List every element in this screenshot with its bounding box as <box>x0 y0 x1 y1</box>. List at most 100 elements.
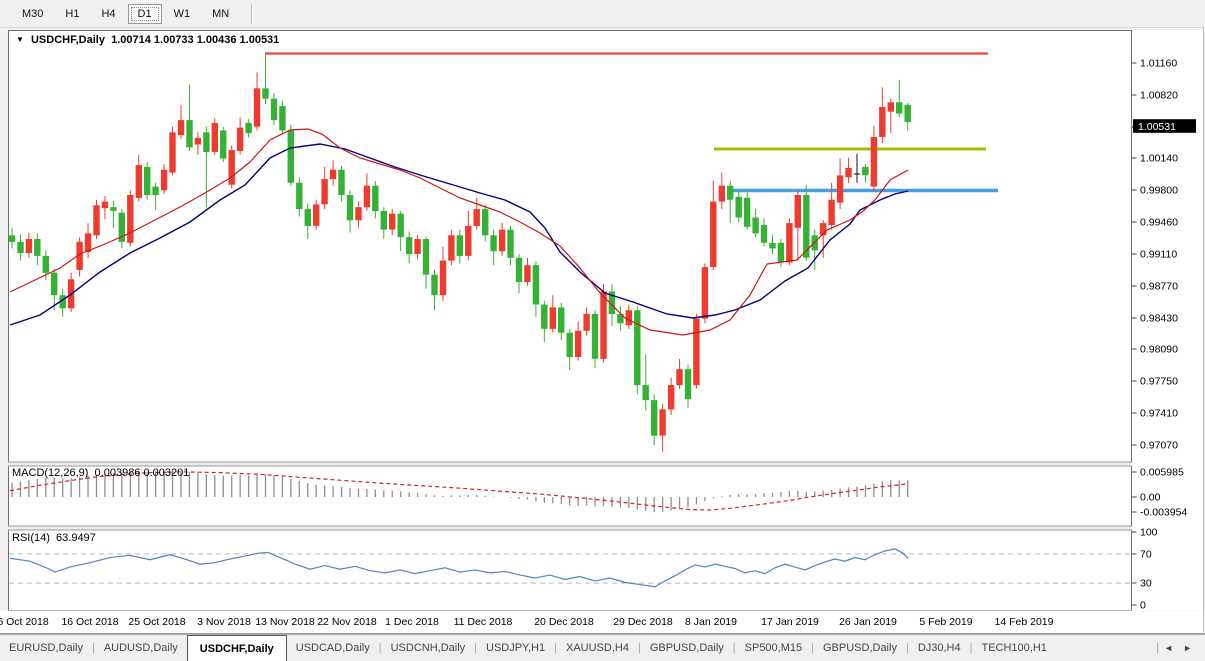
tabs-scroll-right-button[interactable]: ► <box>1178 641 1197 655</box>
candle-body <box>482 209 488 235</box>
rsi-value: 63.9497 <box>56 532 96 544</box>
candle-body <box>643 385 649 400</box>
candle-body <box>668 385 674 409</box>
candle-body <box>245 123 251 133</box>
tab-gbpusd-daily[interactable]: GBPUSD,Daily <box>814 635 906 661</box>
candle-body <box>499 230 505 252</box>
candle-body <box>271 99 277 121</box>
candle-body <box>440 261 446 296</box>
timeframe-button-H4[interactable]: H4 <box>91 4 125 24</box>
candle-body <box>152 187 158 195</box>
current-price-badge: 1.00531 <box>1133 119 1196 133</box>
macd-indicator-label: MACD(12,26,9) 0.003986 0.003201 <box>12 467 189 479</box>
candle-body <box>490 235 496 251</box>
toolbar-separator <box>251 4 253 24</box>
svg-text:20 Dec 2018: 20 Dec 2018 <box>534 616 594 628</box>
timeframe-button-MN[interactable]: MN <box>202 4 239 24</box>
chart-title: ▼ USDCHF,Daily 1.00714 1.00733 1.00436 1… <box>16 34 279 46</box>
candle-body <box>347 195 353 220</box>
candle-body <box>423 239 429 275</box>
candle-body <box>229 150 235 185</box>
candle-body <box>237 128 243 151</box>
candle-body <box>186 120 192 147</box>
macd-name: MACD(12,26,9) <box>12 467 88 479</box>
svg-text:0.97070: 0.97070 <box>1140 440 1178 452</box>
svg-text:1.00140: 1.00140 <box>1140 153 1178 165</box>
svg-text:0.00: 0.00 <box>1140 492 1161 504</box>
candle-body <box>659 409 665 435</box>
svg-text:0.99800: 0.99800 <box>1140 185 1178 197</box>
chart-tab-bar: EURUSD,Daily|AUDUSD,DailyUSDCHF,DailyUSD… <box>0 634 1205 661</box>
tab-tech100-h1[interactable]: TECH100,H1 <box>972 635 1055 661</box>
tab-audusd-daily[interactable]: AUDUSD,Daily <box>95 635 187 661</box>
candle-body <box>203 132 209 152</box>
candle-body <box>372 186 378 211</box>
tab-eurusd-daily[interactable]: EURUSD,Daily <box>0 635 92 661</box>
tab-usdcnh-daily[interactable]: USDCNH,Daily <box>382 635 475 661</box>
timeframe-button-D1[interactable]: D1 <box>128 4 162 24</box>
candle-body <box>837 175 843 202</box>
svg-text:0.98770: 0.98770 <box>1140 281 1178 293</box>
candle-body <box>592 314 598 359</box>
candle-body <box>854 174 860 175</box>
symbol-dropdown-icon[interactable]: ▼ <box>16 35 24 44</box>
candle-body <box>769 243 775 249</box>
svg-text:26 Jan 2019: 26 Jan 2019 <box>839 616 897 628</box>
candle-body <box>845 168 851 177</box>
candle-body <box>195 138 201 145</box>
candle-body <box>398 214 404 237</box>
rsi-name: RSI(14) <box>12 532 50 544</box>
chart-canvas[interactable]: 1.011601.008201.004801.001400.998000.994… <box>0 28 1205 634</box>
candle-body <box>474 209 480 226</box>
candle-body <box>321 179 327 204</box>
candle-body <box>761 225 767 243</box>
candle-body <box>389 214 395 230</box>
tab-usdjpy-h1[interactable]: USDJPY,H1 <box>477 635 554 661</box>
candle-body <box>17 242 23 253</box>
candle-body <box>575 331 581 357</box>
svg-text:22 Nov 2018: 22 Nov 2018 <box>317 616 377 628</box>
candle-body <box>43 256 49 273</box>
candle-body <box>338 170 344 195</box>
candle-body <box>127 195 133 243</box>
svg-text:25 Oct 2018: 25 Oct 2018 <box>128 616 185 628</box>
candle-body <box>676 369 682 385</box>
candle-body <box>828 200 834 225</box>
candle-body <box>719 186 725 202</box>
svg-text:0.97410: 0.97410 <box>1140 408 1178 420</box>
candle-body <box>220 130 226 158</box>
timeframe-button-H1[interactable]: H1 <box>55 4 89 24</box>
tab-xauusd-h4[interactable]: XAUUSD,H4 <box>557 635 638 661</box>
candle-body <box>752 218 758 234</box>
timeframe-button-M30[interactable]: M30 <box>12 4 53 24</box>
candle-body <box>871 137 877 187</box>
tabs-scroll-left-button[interactable]: ◄ <box>1159 641 1178 655</box>
candle-body <box>457 235 463 256</box>
tab-gbpusd-daily[interactable]: GBPUSD,Daily <box>641 635 733 661</box>
candle-body <box>144 167 150 195</box>
tab-sp500-m15[interactable]: SP500,M15 <box>736 635 811 661</box>
tab-usdcad-daily[interactable]: USDCAD,Daily <box>287 635 379 661</box>
candle-body <box>110 207 116 211</box>
svg-text:3 Nov 2018: 3 Nov 2018 <box>197 616 251 628</box>
timeframe-button-W1[interactable]: W1 <box>164 4 201 24</box>
svg-text:13 Nov 2018: 13 Nov 2018 <box>255 616 315 628</box>
svg-text:0: 0 <box>1140 600 1146 612</box>
tab-dj30-h4[interactable]: DJ30,H4 <box>909 635 970 661</box>
candle-body <box>744 198 750 227</box>
candle-body <box>313 204 319 226</box>
candle-body <box>736 197 742 218</box>
candle-body <box>651 400 657 436</box>
candle-body <box>727 186 733 200</box>
candle-body <box>431 275 437 296</box>
tab-usdchf-daily[interactable]: USDCHF,Daily <box>187 635 287 661</box>
svg-text:1.00820: 1.00820 <box>1140 90 1178 102</box>
svg-text:0.99110: 0.99110 <box>1140 249 1177 261</box>
macd-values: 0.003986 0.003201 <box>95 467 190 479</box>
timeframe-toolbar: M30H1H4D1W1MN <box>0 0 1205 28</box>
candle-body <box>862 167 868 175</box>
candle-body <box>524 265 530 282</box>
candle-body <box>896 102 902 113</box>
svg-text:17 Jan 2019: 17 Jan 2019 <box>761 616 819 628</box>
mt4-window: M30H1H4D1W1MN 1.011601.008201.004801.001… <box>0 0 1205 661</box>
